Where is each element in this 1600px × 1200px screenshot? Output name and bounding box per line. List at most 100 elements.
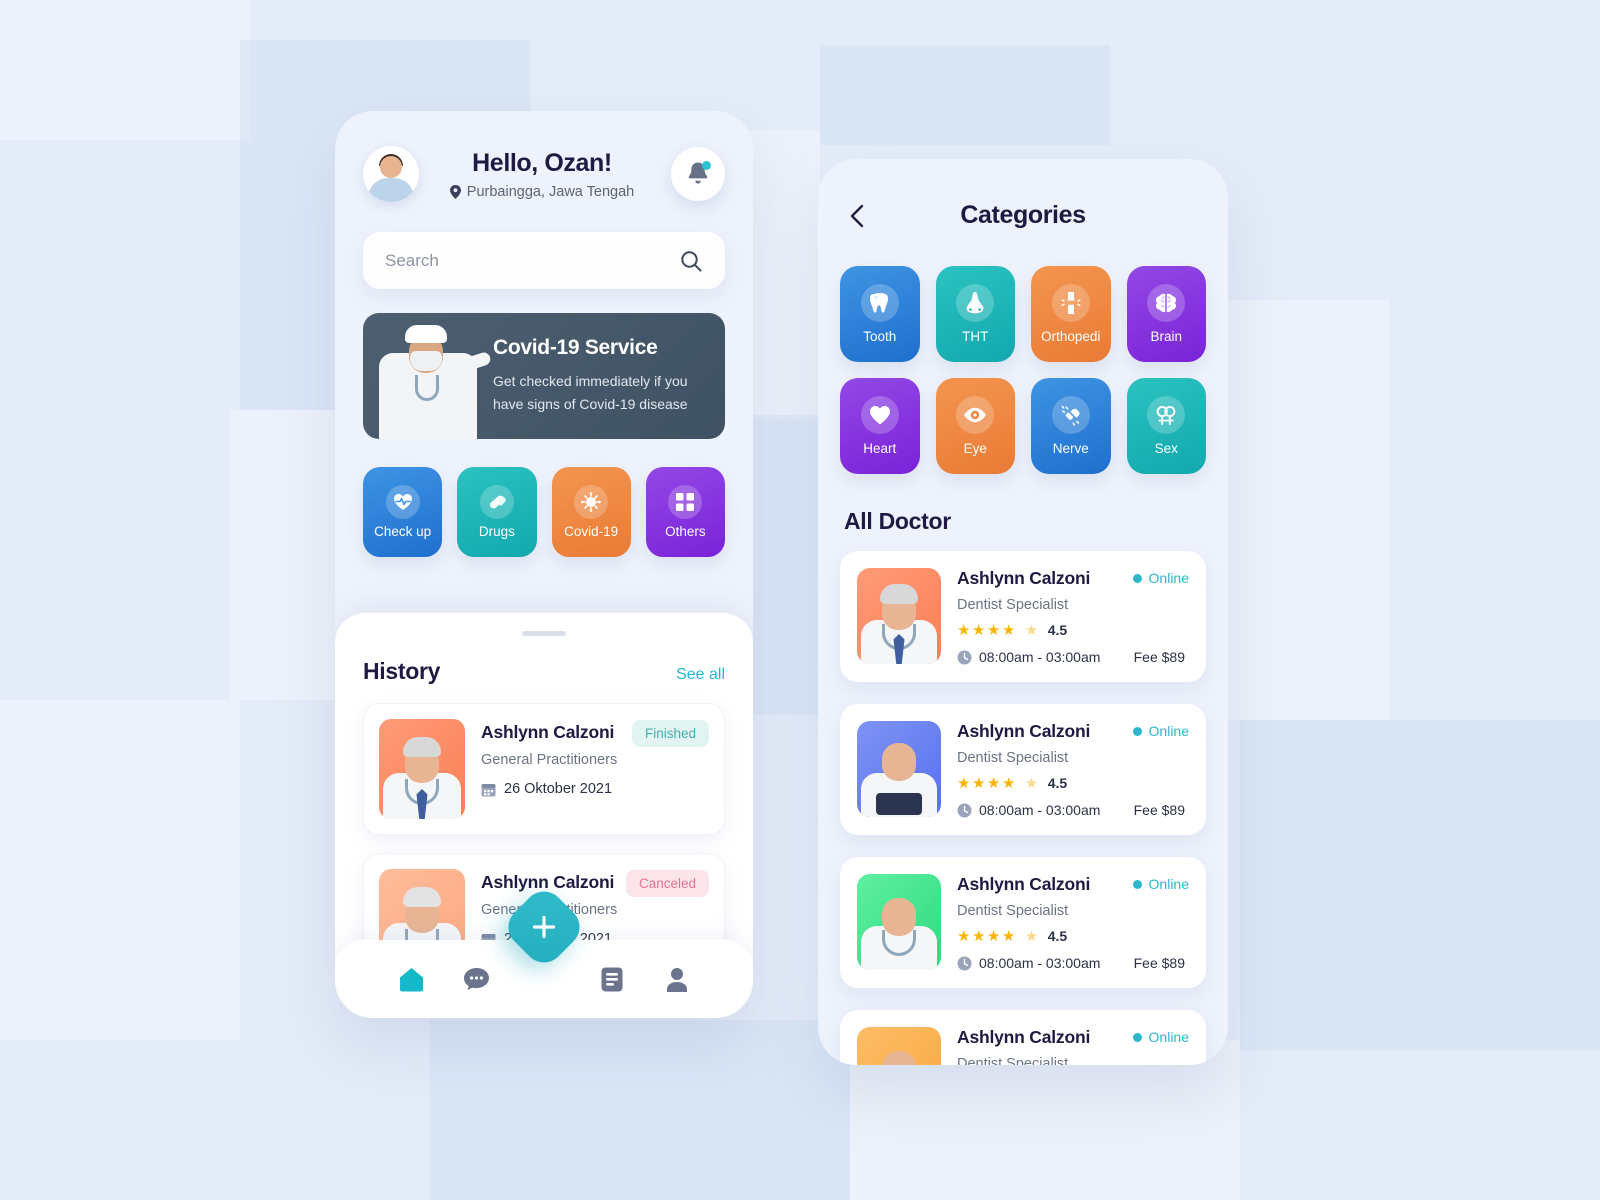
star-rating-icon: ★★★★ xyxy=(957,622,1017,639)
virus-icon xyxy=(574,485,609,519)
nav-item-home[interactable] xyxy=(379,967,444,992)
online-dot-icon xyxy=(1132,573,1142,583)
search-input[interactable] xyxy=(385,250,679,271)
appointment-date-row: 26 Oktober 2021 xyxy=(481,781,709,797)
doctor-specialty: Dentist Specialist xyxy=(957,750,1069,766)
background-decoration xyxy=(0,0,1600,1200)
doctor-photo xyxy=(379,719,465,819)
nav-item-chat[interactable] xyxy=(444,967,509,991)
tile-drugs[interactable]: Drugs xyxy=(457,467,537,557)
tile-others[interactable]: Others xyxy=(645,467,725,557)
doctor-card[interactable]: Ashlynn Calzoni Dentist Specialist ★★★★ … xyxy=(840,704,1206,835)
home-header: Hello, Ozan! Purbaingga, Jawa Tengah xyxy=(335,111,753,202)
chat-bubble-icon xyxy=(463,968,489,990)
rating-value: 4.5 xyxy=(1047,775,1068,791)
clock-icon xyxy=(957,803,972,817)
brain-icon xyxy=(1147,284,1186,322)
doctor-specialty: Dentist Specialist xyxy=(957,597,1069,613)
heartbeat-icon xyxy=(385,485,420,519)
history-card[interactable]: Ashlynn Calzoni General Practitioners 26… xyxy=(363,703,725,835)
doctor-photo xyxy=(857,568,941,664)
tile-check-up[interactable]: Check up xyxy=(363,467,443,557)
category-tile-orthopedi[interactable]: Orthopedi xyxy=(1031,266,1111,362)
rating-value: 4.5 xyxy=(1047,928,1068,944)
online-dot-icon xyxy=(1132,879,1142,889)
appointment-date: 26 Oktober 2021 xyxy=(504,781,613,797)
status-badge: Online xyxy=(1132,723,1189,739)
home-icon xyxy=(399,967,423,991)
category-label: Brain xyxy=(1150,329,1182,344)
history-title: History xyxy=(363,658,441,684)
nav-item-records[interactable] xyxy=(580,967,645,992)
nav-item-profile[interactable] xyxy=(644,967,709,992)
doctor-card[interactable]: Ashlynn Calzoni Dentist Specialist ★★★★ … xyxy=(840,1010,1206,1065)
nose-icon xyxy=(956,284,995,322)
eye-icon xyxy=(956,396,995,434)
plus-icon xyxy=(532,915,556,939)
status-text: Online xyxy=(1148,1029,1189,1045)
availability-row: 08:00am - 03:00am xyxy=(957,802,1100,818)
clock-icon xyxy=(957,956,972,970)
status-badge: Finished xyxy=(631,720,709,747)
half-star-icon: ★ xyxy=(1024,622,1040,639)
covid-service-banner[interactable]: Covid-19 Service Get checked immediately… xyxy=(363,313,725,439)
category-tile-eye[interactable]: Eye xyxy=(935,378,1015,474)
availability-time: 08:00am - 03:00am xyxy=(979,649,1101,665)
availability-time: 08:00am - 03:00am xyxy=(979,802,1101,818)
categories-screen-phone: Categories Tooth THT Orthopedi Brain Hea… xyxy=(818,159,1228,1065)
star-rating-icon: ★★★★ xyxy=(957,775,1017,792)
quick-action-tiles: Check up Drugs Covid-19 Others xyxy=(363,467,725,557)
availability-time: 08:00am - 03:00am xyxy=(979,955,1101,971)
gender-symbols-icon xyxy=(1147,396,1186,434)
categories-header: Categories xyxy=(818,159,1228,230)
sheet-grabber-handle[interactable] xyxy=(522,631,566,636)
category-tile-nerve[interactable]: Nerve xyxy=(1031,378,1111,474)
history-header: History See all xyxy=(363,658,725,685)
banner-doctor-photo xyxy=(363,313,493,439)
consultation-fee: Fee $89 xyxy=(1133,802,1185,818)
category-label: Nerve xyxy=(1052,441,1089,456)
doctor-specialty: General Practitioners xyxy=(481,752,618,768)
category-label: Orthopedi xyxy=(1041,329,1101,344)
heart-icon xyxy=(860,396,899,434)
tooth-icon xyxy=(860,284,899,322)
status-badge: Online xyxy=(1132,570,1189,586)
map-pin-icon xyxy=(449,184,461,199)
tile-label: Check up xyxy=(374,524,432,539)
pill-icon xyxy=(479,485,514,519)
online-dot-icon xyxy=(1132,1032,1142,1042)
doctor-list: Ashlynn Calzoni Dentist Specialist ★★★★ … xyxy=(840,551,1206,1065)
status-text: Online xyxy=(1148,876,1189,892)
notification-bell-button[interactable] xyxy=(671,147,725,201)
page-title: Hello, Ozan! xyxy=(472,148,612,177)
category-tile-sex[interactable]: Sex xyxy=(1126,378,1206,474)
category-tile-tht[interactable]: THT xyxy=(935,266,1015,362)
tile-covid-19[interactable]: Covid-19 xyxy=(551,467,631,557)
clock-icon xyxy=(957,650,972,664)
banner-description: Get checked immediately if you have sign… xyxy=(493,373,688,412)
rating-row: ★★★★ ★ 4.5 xyxy=(957,927,1189,945)
see-all-link[interactable]: See all xyxy=(676,666,725,684)
category-tile-heart[interactable]: Heart xyxy=(840,378,920,474)
category-tile-tooth[interactable]: Tooth xyxy=(840,266,920,362)
person-icon xyxy=(666,967,687,992)
category-label: Sex xyxy=(1154,441,1178,456)
grid-icon xyxy=(668,485,703,519)
list-document-icon xyxy=(601,967,623,991)
status-badge: Canceled xyxy=(625,870,709,897)
avatar[interactable] xyxy=(363,146,419,202)
category-label: THT xyxy=(962,329,989,344)
joint-bone-icon xyxy=(1051,284,1090,322)
star-rating-icon: ★★★★ xyxy=(957,928,1017,945)
location-text: Purbaingga, Jawa Tengah xyxy=(466,183,635,200)
search-bar[interactable] xyxy=(363,232,725,289)
doctor-card[interactable]: Ashlynn Calzoni Dentist Specialist ★★★★ … xyxy=(840,857,1206,988)
category-label: Tooth xyxy=(863,329,897,344)
rating-row: ★★★★ ★ 4.5 xyxy=(957,621,1189,639)
status-text: Online xyxy=(1148,570,1189,586)
doctor-card[interactable]: Ashlynn Calzoni Dentist Specialist ★★★★ … xyxy=(840,551,1206,682)
category-label: Heart xyxy=(863,441,897,456)
category-tile-brain[interactable]: Brain xyxy=(1126,266,1206,362)
search-icon[interactable] xyxy=(679,249,703,273)
doctor-specialty: Dentist Specialist xyxy=(957,1056,1069,1065)
